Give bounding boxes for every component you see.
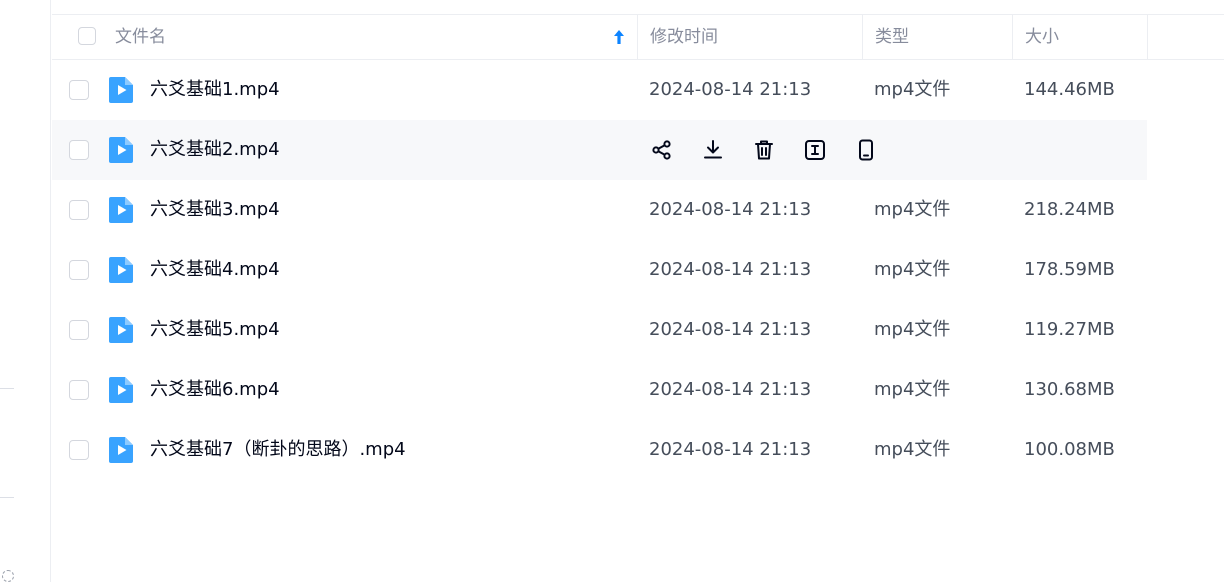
modified-time: 2024-08-14 21:13 — [649, 259, 812, 280]
column-header-name-label: 文件名 — [115, 27, 166, 47]
file-size: 218.24MB — [1024, 199, 1115, 220]
loading-icon — [2, 570, 14, 582]
file-size: 144.46MB — [1024, 79, 1115, 100]
row-checkbox[interactable] — [69, 200, 89, 220]
row-checkbox[interactable] — [69, 140, 89, 160]
file-type: mp4文件 — [874, 319, 951, 340]
side-panel — [0, 0, 51, 582]
row-checkbox[interactable] — [69, 380, 89, 400]
table-row[interactable]: 六爻基础4.mp4 2024-08-14 21:13 mp4文件 178.59MB — [52, 240, 1147, 300]
delete-button[interactable] — [751, 137, 777, 163]
file-name[interactable]: 六爻基础6.mp4 — [150, 360, 280, 420]
file-type: mp4文件 — [874, 259, 951, 280]
table-row[interactable]: 六爻基础6.mp4 2024-08-14 21:13 mp4文件 130.68MB — [52, 360, 1147, 420]
file-name[interactable]: 六爻基础2.mp4 — [150, 120, 280, 180]
video-file-icon — [108, 376, 134, 404]
file-type: mp4文件 — [874, 439, 951, 460]
table-row[interactable]: 六爻基础5.mp4 2024-08-14 21:13 mp4文件 119.27MB — [52, 300, 1147, 360]
file-name[interactable]: 六爻基础4.mp4 — [150, 240, 280, 300]
table-row[interactable]: 六爻基础3.mp4 2024-08-14 21:13 mp4文件 218.24MB — [52, 180, 1147, 240]
download-button[interactable] — [700, 137, 726, 163]
share-button[interactable] — [649, 137, 675, 163]
download-icon — [704, 140, 722, 159]
modified-time: 2024-08-14 21:13 — [649, 439, 812, 460]
row-checkbox[interactable] — [69, 80, 89, 100]
delete-icon — [755, 140, 773, 160]
side-divider — [0, 388, 14, 389]
file-size: 178.59MB — [1024, 259, 1115, 280]
column-header-type[interactable]: 类型 — [862, 15, 1011, 59]
modified-time: 2024-08-14 21:13 — [649, 79, 812, 100]
modified-time: 2024-08-14 21:13 — [649, 199, 812, 220]
share-icon — [652, 140, 671, 160]
file-size: 130.68MB — [1024, 379, 1115, 400]
file-type: mp4文件 — [874, 79, 951, 100]
file-name[interactable]: 六爻基础5.mp4 — [150, 300, 280, 360]
file-size: 119.27MB — [1024, 319, 1115, 340]
select-all-checkbox[interactable] — [78, 27, 96, 45]
video-file-icon — [108, 196, 134, 224]
column-header-size-label: 大小 — [1025, 27, 1059, 47]
video-file-icon — [108, 76, 134, 104]
file-name[interactable]: 六爻基础3.mp4 — [150, 180, 280, 240]
table-row[interactable]: 六爻基础2.mp4 — [52, 120, 1147, 180]
file-type: mp4文件 — [874, 199, 951, 220]
row-checkbox[interactable] — [69, 440, 89, 460]
file-type: mp4文件 — [874, 379, 951, 400]
row-checkbox[interactable] — [69, 260, 89, 280]
video-file-icon — [108, 316, 134, 344]
column-header-spacer — [1147, 15, 1224, 59]
arrow-up-icon[interactable] — [612, 28, 626, 46]
file-name[interactable]: 六爻基础1.mp4 — [150, 60, 280, 120]
column-header-name[interactable]: 文件名 — [52, 15, 636, 59]
mobile-button[interactable] — [853, 137, 879, 163]
file-list-page: 文件名 修改时间 类型 大小 六爻基础1.mp4 2024-08-14 21:13… — [0, 0, 1224, 582]
modified-time: 2024-08-14 21:13 — [649, 319, 812, 340]
rename-button[interactable] — [802, 137, 828, 163]
file-name[interactable]: 六爻基础7（断卦的思路）.mp4 — [150, 420, 406, 480]
table-header: 文件名 修改时间 类型 大小 — [52, 15, 1224, 60]
column-header-type-label: 类型 — [875, 27, 909, 47]
video-file-icon — [108, 256, 134, 284]
video-file-icon — [108, 436, 134, 464]
video-file-icon — [108, 136, 134, 164]
column-header-size[interactable]: 大小 — [1012, 15, 1146, 59]
row-checkbox[interactable] — [69, 320, 89, 340]
file-size: 100.08MB — [1024, 439, 1115, 460]
column-header-modified-label: 修改时间 — [650, 27, 718, 47]
modified-time: 2024-08-14 21:13 — [649, 379, 812, 400]
rename-icon — [805, 140, 825, 160]
column-header-modified[interactable]: 修改时间 — [637, 15, 861, 59]
mobile-icon — [859, 139, 873, 161]
table-row[interactable]: 六爻基础1.mp4 2024-08-14 21:13 mp4文件 144.46MB — [52, 60, 1147, 120]
side-divider — [0, 497, 14, 498]
table-row[interactable]: 六爻基础7（断卦的思路）.mp4 2024-08-14 21:13 mp4文件 100… — [52, 420, 1147, 480]
